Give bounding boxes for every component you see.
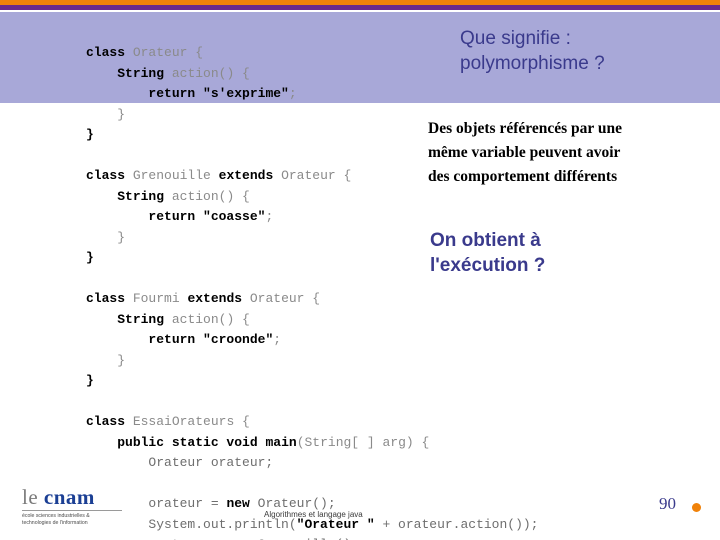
execution-line-2: l'exécution ? bbox=[430, 255, 546, 276]
question-heading: Que signifie : polymorphisme ? bbox=[460, 26, 710, 76]
logo-word-le: le bbox=[22, 485, 44, 509]
top-purple-bar bbox=[0, 5, 720, 10]
cnam-logo: le cnam école sciences industrielles & t… bbox=[22, 486, 142, 527]
page-number: 90 bbox=[659, 494, 676, 513]
slide: class Orateur { String action() { return… bbox=[0, 0, 720, 540]
logo-tagline-line-1: école sciences industrielles & bbox=[22, 513, 90, 519]
definition-line-2: même variable peuvent avoir bbox=[428, 144, 621, 161]
question-line-2: polymorphisme ? bbox=[460, 53, 605, 74]
footer-dot-icon bbox=[692, 503, 701, 512]
definition-line-3: des comportement différents bbox=[428, 168, 618, 185]
logo-wordmark: le cnam bbox=[22, 486, 142, 508]
execution-line-1: On obtient à bbox=[430, 230, 541, 251]
logo-tagline-line-2: technologies de l'information bbox=[22, 520, 88, 526]
question-line-1: Que signifie : bbox=[460, 28, 571, 49]
logo-tagline: école sciences industrielles & technolog… bbox=[22, 513, 142, 527]
logo-divider bbox=[22, 510, 122, 511]
footer-caption: Algorithmes et langage java bbox=[264, 510, 363, 519]
definition-line-1: Des objets référencés par une bbox=[428, 120, 622, 137]
execution-question: On obtient à l'exécution ? bbox=[430, 228, 680, 278]
definition-text: Des objets référencés par une même varia… bbox=[428, 117, 692, 189]
logo-word-cnam: cnam bbox=[43, 485, 95, 509]
